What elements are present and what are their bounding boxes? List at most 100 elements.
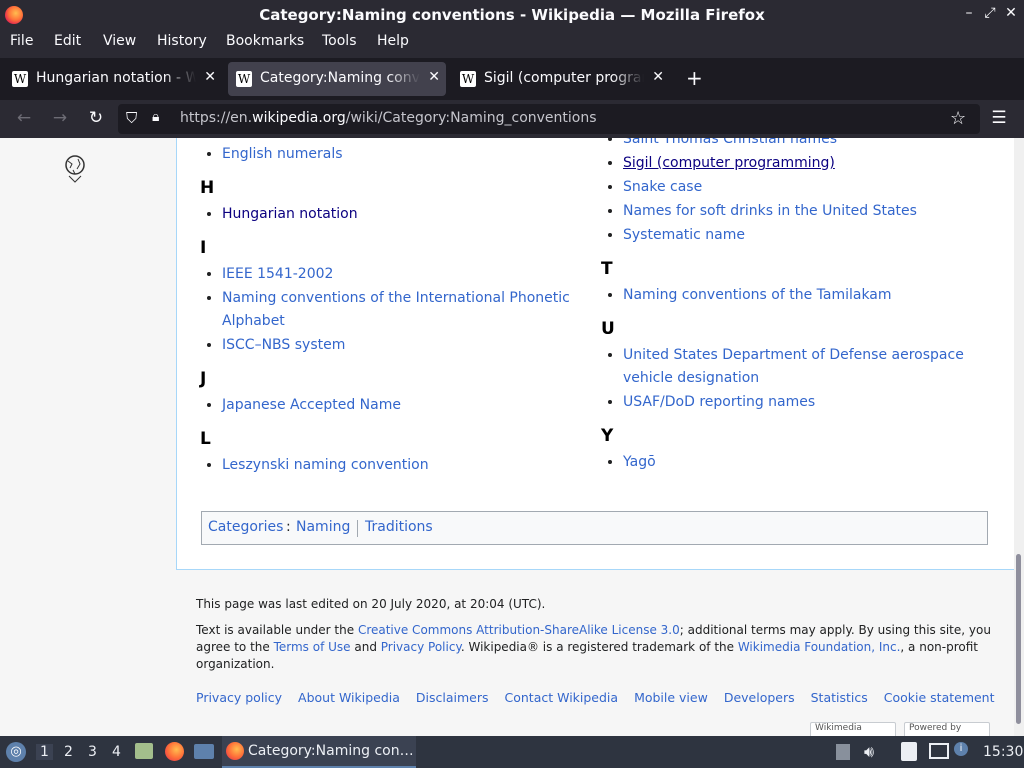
category-traditions-link[interactable]: Traditions: [365, 519, 433, 535]
menu-bookmarks[interactable]: Bookmarks: [226, 33, 304, 49]
firefox-launcher-icon[interactable]: [165, 742, 184, 761]
category-list: United States Department of Defense aero…: [601, 344, 981, 414]
wikipedia-globe-logo-icon[interactable]: [62, 152, 88, 186]
category-member-link[interactable]: IEEE 1541-2002: [222, 266, 333, 282]
list-item: Japanese Accepted Name: [222, 394, 580, 417]
category-group: U United States Department of Defense aer…: [601, 318, 981, 414]
tab-category-naming-conventions[interactable]: W Category:Naming conventions - Wikipedi…: [228, 62, 446, 96]
workspace-4[interactable]: 4: [112, 744, 121, 760]
category-list: Yagō: [601, 451, 981, 474]
menu-bar: File Edit View History Bookmarks Tools H…: [0, 30, 1024, 58]
lock-icon[interactable]: 🔒︎: [152, 109, 159, 125]
menu-tools[interactable]: Tools: [322, 33, 357, 49]
list-item: Naming conventions of the International …: [222, 287, 580, 333]
new-tab-plus-icon[interactable]: +: [686, 66, 703, 90]
category-list: Japanese Accepted Name: [200, 394, 580, 417]
category-member-link[interactable]: Leszynski naming convention: [222, 457, 429, 473]
category-member-link[interactable]: United States Department of Defense aero…: [623, 347, 964, 386]
forward-arrow-icon[interactable]: →: [49, 108, 71, 128]
tab-sigil[interactable]: W Sigil (computer programming) - Wikiped…: [452, 62, 670, 96]
category-member-link[interactable]: Systematic name: [623, 227, 745, 243]
tab-hungarian-notation[interactable]: W Hungarian notation - Wikipedia ✕: [4, 62, 222, 96]
categories-label-link[interactable]: Categories: [208, 519, 283, 535]
file-manager-icon[interactable]: [135, 743, 153, 759]
workspace-1[interactable]: 1: [36, 744, 53, 760]
volume-icon[interactable]: 🔊︎: [864, 742, 874, 762]
category-group: L Leszynski naming convention: [200, 428, 580, 477]
minimize-icon[interactable]: –: [960, 5, 978, 21]
footer-mobile-view-link[interactable]: Mobile view: [634, 690, 708, 705]
tab-label: Category:Naming conventions - Wikipedia: [260, 70, 420, 86]
workspace-2[interactable]: 2: [64, 744, 73, 760]
close-window-icon[interactable]: ✕: [1002, 5, 1020, 21]
network-icon[interactable]: [929, 743, 949, 759]
wikimedia-foundation-link[interactable]: Wikimedia Foundation, Inc.: [738, 640, 901, 654]
category-list: Saint Thomas Christian names Sigil (compu…: [601, 138, 981, 247]
clipboard-icon[interactable]: [901, 742, 917, 761]
address-bar[interactable]: ⛉ 🔒︎ https://en.wikipedia.org/wiki/Categ…: [118, 104, 980, 134]
category-member-link[interactable]: Names for soft drinks in the United Stat…: [623, 203, 917, 219]
back-arrow-icon[interactable]: ←: [13, 108, 35, 128]
category-group: Saint Thomas Christian names Sigil (compu…: [601, 138, 981, 247]
cc-license-link[interactable]: Creative Commons Attribution-ShareAlike …: [358, 623, 680, 637]
menu-file[interactable]: File: [10, 33, 33, 49]
list-item: Sigil (computer programming): [623, 152, 981, 175]
terms-of-use-link[interactable]: Terms of Use: [274, 640, 351, 654]
footer-privacy-policy-link[interactable]: Privacy policy: [196, 690, 282, 705]
tray-item-icon[interactable]: [836, 744, 850, 760]
scrollbar-thumb[interactable]: [1016, 554, 1021, 724]
wikipedia-favicon-icon: W: [236, 71, 252, 87]
category-list: Naming conventions of the Tamilakam: [601, 284, 981, 307]
letter-heading: T: [601, 259, 613, 279]
category-group: Y Yagō: [601, 425, 981, 474]
reload-icon[interactable]: ↻: [85, 108, 107, 128]
menu-help[interactable]: Help: [377, 33, 409, 49]
hamburger-menu-icon[interactable]: ☰: [988, 108, 1010, 128]
menu-view[interactable]: View: [103, 33, 136, 49]
category-member-link[interactable]: Naming conventions of the International …: [222, 290, 570, 329]
last-edited-text: This page was last edited on 20 July 202…: [196, 597, 546, 611]
menu-history[interactable]: History: [157, 33, 207, 49]
category-list: Hungarian notation: [200, 203, 580, 226]
footer-cookie-statement-link[interactable]: Cookie statement: [884, 690, 995, 705]
category-member-link[interactable]: Hungarian notation: [222, 206, 358, 222]
category-separator: [357, 520, 358, 537]
tracking-shield-icon[interactable]: ⛉: [126, 109, 137, 127]
category-member-link[interactable]: English numerals: [222, 146, 343, 162]
maximize-icon[interactable]: ⤢: [981, 5, 999, 21]
menu-edit[interactable]: Edit: [54, 33, 81, 49]
wikimedia-badge[interactable]: Wikimedia: [810, 722, 896, 736]
letter-heading: I: [200, 238, 207, 258]
list-item: Yagō: [623, 451, 981, 474]
powered-by-mediawiki-badge[interactable]: Powered by: [904, 722, 990, 736]
privacy-policy-inline-link[interactable]: Privacy Policy: [381, 640, 461, 654]
category-member-link[interactable]: Naming conventions of the Tamilakam: [623, 287, 892, 303]
start-menu-icon[interactable]: ◎: [6, 742, 26, 762]
page-footer: This page was last edited on 20 July 202…: [196, 596, 996, 705]
footer-statistics-link[interactable]: Statistics: [811, 690, 868, 705]
footer-about-link[interactable]: About Wikipedia: [298, 690, 400, 705]
footer-contact-link[interactable]: Contact Wikipedia: [505, 690, 619, 705]
category-member-link[interactable]: Japanese Accepted Name: [222, 397, 401, 413]
taskbar-firefox-window[interactable]: Category:Naming con…: [222, 736, 416, 768]
footer-developers-link[interactable]: Developers: [724, 690, 795, 705]
footer-disclaimers-link[interactable]: Disclaimers: [416, 690, 489, 705]
list-item: Saint Thomas Christian names: [623, 138, 981, 151]
category-naming-link[interactable]: Naming: [296, 519, 350, 535]
bookmark-star-icon[interactable]: ☆: [950, 108, 966, 129]
category-member-link[interactable]: Snake case: [623, 179, 702, 195]
workspace-3[interactable]: 3: [88, 744, 97, 760]
category-column-right: Saint Thomas Christian names Sigil (compu…: [601, 138, 981, 485]
close-tab-icon[interactable]: ✕: [428, 69, 440, 85]
category-member-link[interactable]: ISCC–NBS system: [222, 337, 345, 353]
info-icon[interactable]: i: [954, 742, 968, 756]
category-member-link[interactable]: Saint Thomas Christian names: [623, 138, 837, 147]
close-tab-icon[interactable]: ✕: [204, 69, 216, 85]
desktop-icon[interactable]: [194, 744, 214, 759]
category-member-link[interactable]: Sigil (computer programming): [623, 155, 835, 171]
category-member-link[interactable]: USAF/DoD reporting names: [623, 394, 815, 410]
page-scrollbar[interactable]: [1014, 138, 1024, 736]
close-tab-icon[interactable]: ✕: [652, 69, 664, 85]
category-member-link[interactable]: Yagō: [623, 454, 656, 470]
footer-places: Privacy policy About Wikipedia Disclaime…: [196, 690, 1007, 705]
